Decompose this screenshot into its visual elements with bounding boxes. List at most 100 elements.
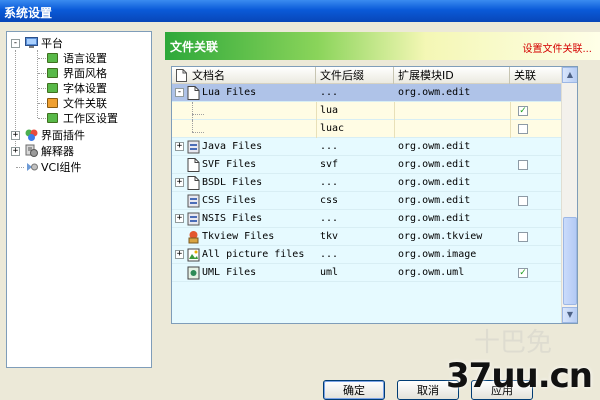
table-row[interactable]: + Java Files ... org.owm.edit xyxy=(172,138,562,156)
monitor-icon xyxy=(25,37,38,48)
table-row[interactable]: CSS Files css org.owm.edit xyxy=(172,192,562,210)
extension-cell: luac xyxy=(320,123,345,134)
panel-banner: 文件关联 设置文件关联... xyxy=(165,32,600,60)
document-icon xyxy=(187,158,200,172)
tree-node-ui-style[interactable]: 界面风格 xyxy=(7,66,151,81)
tree-branch xyxy=(192,114,204,115)
expand-icon[interactable]: + xyxy=(11,131,20,140)
gears-icon xyxy=(25,144,38,157)
uml-file-icon xyxy=(187,266,200,280)
expand-icon[interactable]: + xyxy=(175,250,184,259)
cell-divider xyxy=(510,120,511,138)
associate-checkbox[interactable] xyxy=(518,124,528,134)
extension-cell: uml xyxy=(320,267,339,278)
scroll-thumb[interactable] xyxy=(563,217,577,305)
extension-cell: lua xyxy=(320,105,339,116)
associate-checkbox[interactable] xyxy=(518,160,528,170)
column-header-label: 文件后缀 xyxy=(320,69,364,82)
doc-name-cell: NSIS Files xyxy=(202,213,263,224)
ok-button[interactable]: 确定 xyxy=(323,380,385,400)
extension-cell: tkv xyxy=(320,231,339,242)
tree-node-label: 解释器 xyxy=(41,145,74,158)
tree-branch xyxy=(38,58,46,59)
nsis-file-icon xyxy=(187,212,200,226)
cell-divider xyxy=(394,102,395,120)
module-id-cell: org.owm.edit xyxy=(398,213,471,224)
extension-cell: ... xyxy=(320,213,339,224)
scroll-up-icon[interactable]: ▲ xyxy=(562,67,577,83)
tree-node-vci-components[interactable]: VCI组件 xyxy=(7,160,151,175)
table-row[interactable]: + NSIS Files ... org.owm.edit xyxy=(172,210,562,228)
module-id-cell: org.owm.edit xyxy=(398,195,471,206)
settings-tree[interactable]: - 平台 语言设置 界面风格 字体设置 文件关联 工作区设置 + 界面插件 + … xyxy=(6,31,152,368)
associate-checkbox[interactable] xyxy=(518,232,528,242)
associate-checkbox[interactable]: ✓ xyxy=(518,268,528,278)
tkview-file-icon xyxy=(188,231,199,244)
tree-node-interpreter[interactable]: + 解释器 xyxy=(7,144,151,159)
scroll-down-icon[interactable]: ▼ xyxy=(562,307,577,323)
expand-icon[interactable]: + xyxy=(175,214,184,223)
green-box-icon xyxy=(47,113,58,123)
tree-node-font[interactable]: 字体设置 xyxy=(7,81,151,96)
table-row[interactable]: + All picture files ... org.owm.image xyxy=(172,246,562,264)
module-id-cell: org.owm.edit xyxy=(398,141,471,152)
tree-node-platform[interactable]: - 平台 xyxy=(7,36,151,51)
tree-node-workspace[interactable]: 工作区设置 xyxy=(7,111,151,126)
table-row[interactable]: SVF Files svf org.owm.edit xyxy=(172,156,562,174)
column-header-module-id[interactable]: 扩展模块ID xyxy=(394,67,510,84)
expand-icon[interactable]: + xyxy=(175,142,184,151)
column-header-associate[interactable]: 关联 xyxy=(510,67,562,84)
module-id-cell: org.owm.tkview xyxy=(398,231,483,242)
collapse-icon[interactable]: - xyxy=(175,88,184,97)
tree-node-label: 界面插件 xyxy=(41,129,85,142)
tree-branch xyxy=(16,167,24,168)
tree-branch xyxy=(38,103,46,104)
associate-checkbox[interactable] xyxy=(518,196,528,206)
extension-cell: ... xyxy=(320,249,339,260)
window-title: 系统设置 xyxy=(0,0,600,22)
java-file-icon xyxy=(187,140,200,154)
tree-node-language[interactable]: 语言设置 xyxy=(7,51,151,66)
collapse-icon[interactable]: - xyxy=(11,39,20,48)
column-header-label: 关联 xyxy=(514,69,536,82)
table-row[interactable]: Tkview Files tkv org.owm.tkview xyxy=(172,228,562,246)
green-box-icon xyxy=(47,83,58,93)
file-association-panel: 文件关联 设置文件关联... 文档名 文件后缀 扩展模块ID 关联 - Lua … xyxy=(165,32,600,367)
tree-node-label: 界面风格 xyxy=(63,67,107,80)
module-id-cell: org.owm.edit xyxy=(398,159,471,170)
puzzle-icon xyxy=(25,129,38,141)
module-id-cell: org.owm.edit xyxy=(398,177,471,188)
extension-cell: ... xyxy=(320,87,339,98)
tree-node-file-association[interactable]: 文件关联 xyxy=(7,96,151,111)
cell-divider xyxy=(316,120,317,138)
module-id-cell: org.owm.uml xyxy=(398,267,465,278)
tree-node-label: VCI组件 xyxy=(41,161,82,174)
table-row[interactable]: lua ✓ xyxy=(172,102,562,138)
tree-node-label: 平台 xyxy=(41,37,63,50)
expand-icon[interactable]: + xyxy=(175,178,184,187)
module-id-cell: org.owm.image xyxy=(398,249,477,260)
watermark-faint: 十巴免 xyxy=(474,328,553,358)
table-row[interactable]: UML Files uml org.owm.uml ✓ xyxy=(172,264,562,282)
table-row[interactable]: - Lua Files ... org.owm.edit xyxy=(172,84,562,102)
green-box-icon xyxy=(47,68,58,78)
doc-name-cell: Tkview Files xyxy=(202,231,275,242)
table-row[interactable]: luac xyxy=(172,120,562,138)
cell-divider xyxy=(510,102,511,120)
associate-checkbox[interactable]: ✓ xyxy=(518,106,528,116)
expand-icon[interactable]: + xyxy=(11,147,20,156)
table-row[interactable]: + BSDL Files ... org.owm.edit xyxy=(172,174,562,192)
picture-file-icon xyxy=(187,248,200,262)
tree-node-ui-plugins[interactable]: + 界面插件 xyxy=(7,128,151,143)
file-association-grid[interactable]: 文档名 文件后缀 扩展模块ID 关联 - Lua Files ... org.o… xyxy=(171,66,578,324)
column-header-extension[interactable]: 文件后缀 xyxy=(316,67,394,84)
cell-divider xyxy=(316,102,317,120)
doc-name-cell: Lua Files xyxy=(202,87,257,98)
doc-name-cell: SVF Files xyxy=(202,159,257,170)
column-header-label: 文档名 xyxy=(192,69,225,82)
doc-name-cell: All picture files xyxy=(202,249,305,260)
green-box-icon xyxy=(47,53,58,63)
vertical-scrollbar[interactable]: ▲ ▼ xyxy=(561,67,577,323)
orange-box-icon xyxy=(47,98,58,108)
column-header-doc-name[interactable]: 文档名 xyxy=(172,67,316,84)
